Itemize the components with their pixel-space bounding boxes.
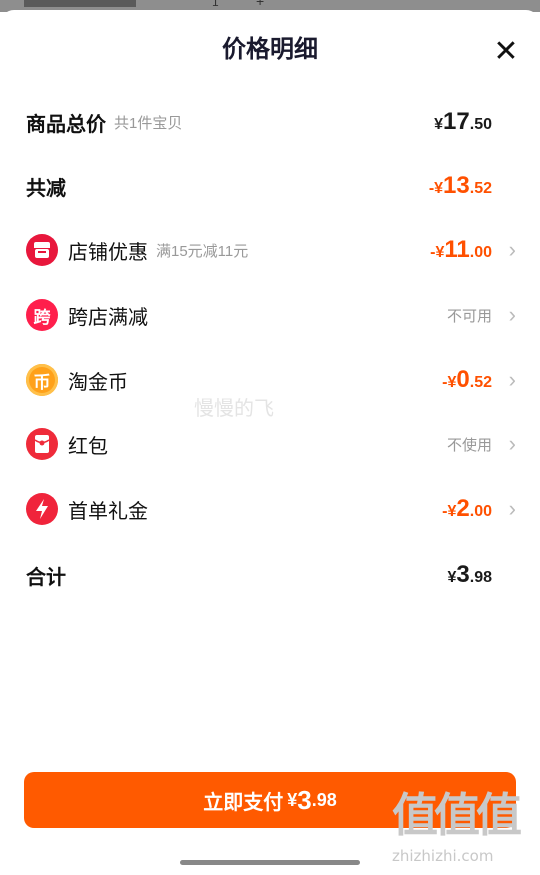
discount-label: 淘金币 [68, 371, 128, 394]
logo-domain: zhizhizhi.com [392, 847, 494, 865]
chevron-right-icon: › [508, 496, 516, 521]
coin-icon: 币 [26, 364, 58, 396]
page-title: 价格明细 [222, 36, 318, 63]
discount-row-first-order[interactable]: 首单礼金 -¥ 2.00 › [26, 489, 516, 529]
discount-condition: 满15元减11元 [156, 242, 249, 260]
home-indicator[interactable] [180, 860, 360, 865]
goods-total-label: 商品总价 [26, 113, 106, 136]
discount-status: 不可用 [446, 307, 492, 325]
pay-currency: ¥ [287, 789, 298, 810]
discount-label: 红包 [68, 435, 108, 458]
pay-amount-dec: .98 [311, 789, 337, 810]
watermark: 慢慢的飞 [194, 398, 274, 420]
discount-amount: -¥ 0.52 [442, 366, 492, 393]
discount-row-cross-store[interactable]: 跨 跨店满减 不可用 › [26, 295, 516, 335]
chevron-right-icon: › [508, 431, 516, 456]
discount-label: 跨店满减 [68, 306, 148, 329]
total-reduction-row: 共减 -¥ 13.52 [26, 166, 516, 206]
grand-total-label: 合计 [26, 566, 66, 589]
pay-now-label: 立即支付 [203, 791, 284, 814]
discount-amount: -¥ 2.00 [442, 495, 492, 522]
chevron-right-icon: › [508, 237, 516, 262]
chevron-right-icon: › [508, 302, 516, 327]
logo-mark: 值值值 [392, 788, 522, 842]
red-packet-icon [26, 428, 58, 460]
goods-count: 共1件宝贝 [114, 114, 183, 132]
grand-total-row: 合计 ¥3.98 [26, 555, 516, 595]
pay-amount-int: 3 [297, 784, 312, 815]
total-reduction-amount: -¥ 13.52 [428, 172, 492, 199]
discount-row-red-packet[interactable]: 红包 不使用 › [26, 424, 516, 464]
discount-amount: -¥ 11.00 [430, 236, 492, 263]
discount-status: 不使用 [446, 436, 492, 454]
goods-total-row: 商品总价 共1件宝贝 ¥17.50 [26, 102, 516, 142]
site-logo-watermark: 值值值 zhizhizhi.com [392, 788, 532, 865]
product-thumbnail [24, 0, 136, 7]
shop-icon [26, 234, 58, 266]
total-reduction-label: 共减 [26, 177, 66, 200]
close-icon[interactable]: ✕ [490, 36, 522, 68]
lightning-icon [26, 493, 58, 525]
quantity-value: 1 [212, 0, 219, 9]
discount-label: 首单礼金 [68, 500, 148, 523]
chevron-right-icon: › [508, 367, 516, 392]
discount-row-shop[interactable]: 店铺优惠 满15元减11元 -¥ 11.00 › [26, 230, 516, 270]
grand-total-amount: ¥3.98 [447, 561, 492, 588]
plus-icon[interactable]: + [256, 0, 264, 9]
cross-store-icon: 跨 [26, 299, 58, 331]
goods-total-amount: ¥17.50 [434, 108, 492, 135]
discount-label: 店铺优惠 [68, 241, 148, 264]
